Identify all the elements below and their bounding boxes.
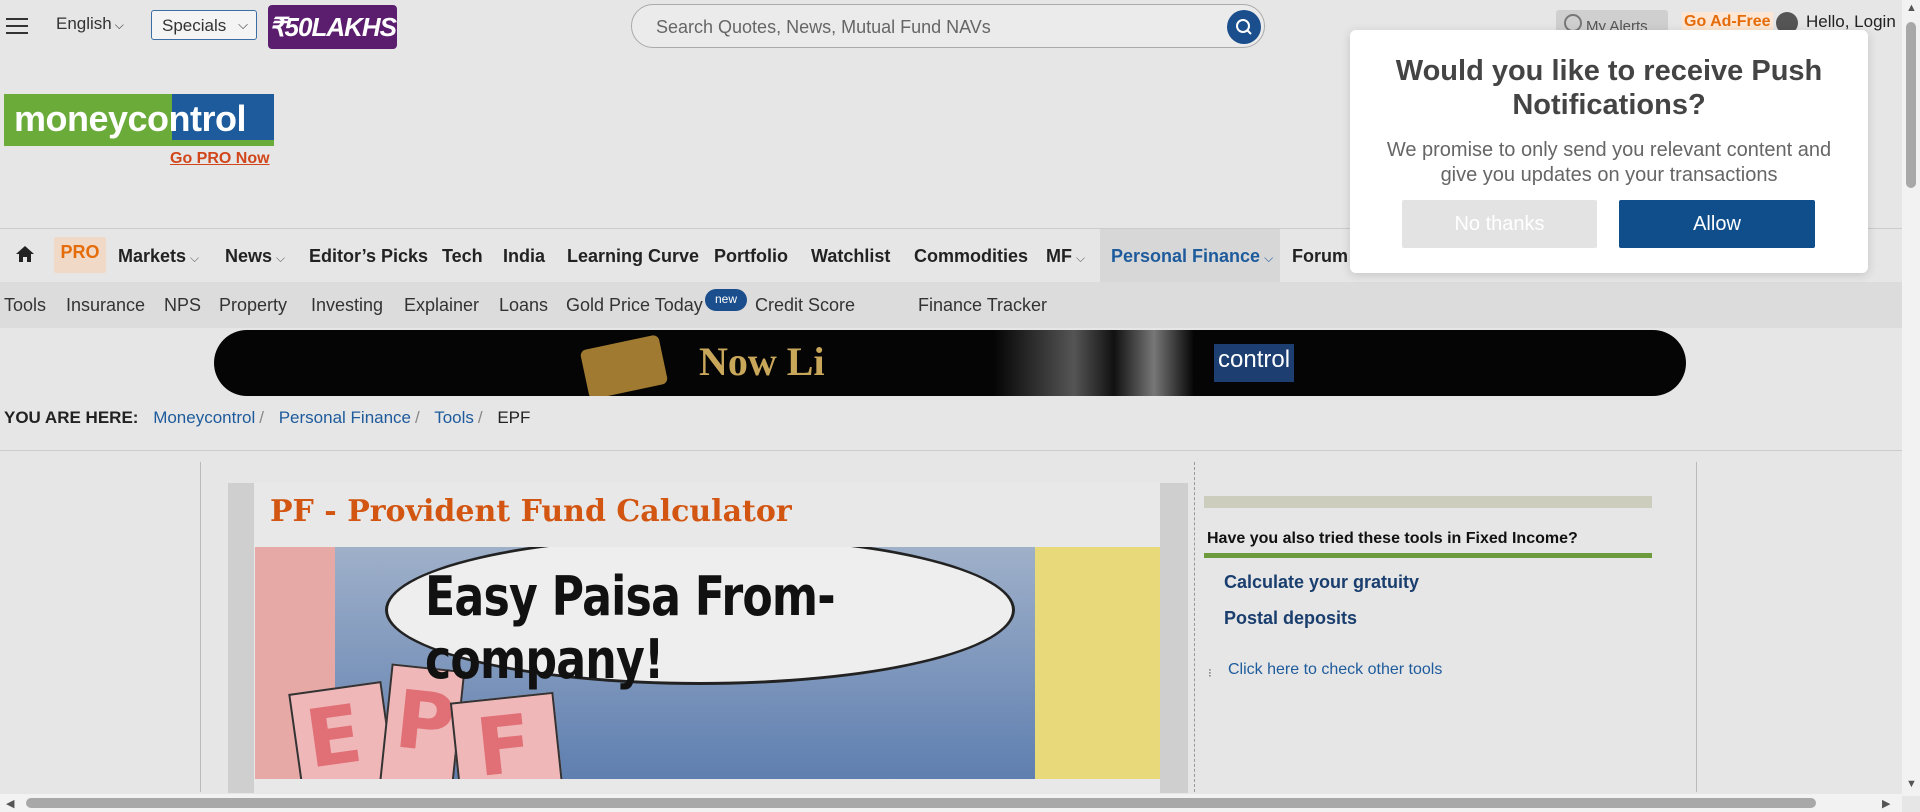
logo-text: moneycontrol xyxy=(14,98,247,139)
go-ad-free-link[interactable]: Go Ad-Free xyxy=(1682,12,1773,32)
column-divider xyxy=(1194,462,1195,792)
search-icon xyxy=(1236,19,1252,35)
subnav-tools[interactable]: Tools xyxy=(4,295,46,316)
hamburger-menu-icon[interactable] xyxy=(6,18,28,34)
epf-illustration: E P F Easy Paisa From-company! xyxy=(255,547,1160,779)
nav-learning-curve[interactable]: Learning Curve xyxy=(567,246,699,267)
banner-headline: Now Li xyxy=(699,339,825,384)
content-border xyxy=(1696,462,1697,792)
scroll-left-icon[interactable]: ◀ xyxy=(6,797,14,810)
nav-india[interactable]: India xyxy=(503,246,545,267)
specials-label: Specials xyxy=(162,16,227,35)
speech-bubble-text: Easy Paisa From-company! xyxy=(425,565,836,691)
subnav-credit-score[interactable]: Credit Score xyxy=(755,295,855,316)
scroll-right-icon[interactable]: ▶ xyxy=(1882,797,1890,810)
chevron-down-icon: ⌵ xyxy=(238,17,248,32)
go-pro-link[interactable]: Go PRO Now xyxy=(170,150,270,168)
breadcrumb-separator: / xyxy=(477,408,483,427)
breadcrumb-separator: / xyxy=(415,408,420,427)
subnav-gold-price-today[interactable]: Gold Price Today xyxy=(566,295,703,316)
content-border xyxy=(200,462,201,792)
horizontal-scroll-thumb[interactable] xyxy=(26,798,1816,808)
subnav-property[interactable]: Property xyxy=(219,295,287,316)
nav-pro[interactable]: PRO xyxy=(54,237,106,273)
divider xyxy=(0,450,1902,451)
nav-commodities[interactable]: Commodities xyxy=(914,246,1028,267)
chevron-down-icon: ⌵ xyxy=(114,18,124,32)
vertical-scroll-thumb[interactable] xyxy=(1906,22,1916,188)
subnav-loans[interactable]: Loans xyxy=(499,295,548,316)
moneycontrol-logo[interactable]: moneycontrol xyxy=(4,94,274,146)
scroll-up-icon[interactable]: ▲ xyxy=(1906,2,1917,14)
language-selector[interactable]: English ⌵ xyxy=(56,14,124,34)
credit-card-image xyxy=(579,334,669,396)
gratuity-link[interactable]: Calculate your gratuity xyxy=(1224,572,1419,593)
banner-shine xyxy=(994,330,1194,396)
allow-button[interactable]: Allow xyxy=(1619,200,1815,248)
login-link[interactable]: Hello, Login xyxy=(1806,12,1896,32)
search-input[interactable]: Search Quotes, News, Mutual Fund NAVs xyxy=(656,17,991,38)
specials-dropdown[interactable]: Specials ⌵ xyxy=(151,10,257,40)
language-label: English xyxy=(56,14,112,33)
nav-forum[interactable]: Forum xyxy=(1292,246,1348,267)
bullet-icon: ⁝ xyxy=(1208,666,1212,680)
sidebar-heading: Have you also tried these tools in Fixed… xyxy=(1207,530,1578,547)
breadcrumb: YOU ARE HERE: Moneycontrol / Personal Fin… xyxy=(4,408,530,428)
nav-mf[interactable]: MF ⌵ xyxy=(1046,246,1085,267)
chevron-down-icon: ⌵ xyxy=(1264,251,1274,265)
home-icon[interactable] xyxy=(14,243,36,265)
sidebar-heading-underline xyxy=(1204,553,1652,558)
subnav-insurance[interactable]: Insurance xyxy=(66,295,145,316)
breadcrumb-current: EPF xyxy=(497,408,531,427)
vertical-scrollbar[interactable]: ▲ ▼ xyxy=(1902,0,1920,796)
new-badge: new xyxy=(705,289,747,311)
breadcrumb-link[interactable]: Tools xyxy=(434,408,474,427)
postal-deposits-link[interactable]: Postal deposits xyxy=(1224,608,1357,629)
nav-markets[interactable]: Markets ⌵ xyxy=(118,246,199,267)
push-notification-dialog: Would you like to receive Push Notificat… xyxy=(1350,30,1868,273)
subnav-investing[interactable]: Investing xyxy=(311,295,383,316)
letter-e: E xyxy=(300,686,368,779)
nav-news[interactable]: News ⌵ xyxy=(225,246,285,267)
dialog-message: We promise to only send you relevant con… xyxy=(1386,139,1832,186)
banner-brand: control xyxy=(1214,344,1295,382)
paper-f: F xyxy=(449,691,565,779)
sidebar-top-bar xyxy=(1204,496,1652,508)
search-bar[interactable]: Search Quotes, News, Mutual Fund NAVs xyxy=(631,4,1265,48)
nav-tech[interactable]: Tech xyxy=(442,246,483,267)
no-thanks-button[interactable]: No thanks xyxy=(1402,200,1597,248)
nav-label: MF xyxy=(1046,246,1072,266)
search-button[interactable] xyxy=(1227,10,1261,44)
chevron-down-icon: ⌵ xyxy=(190,251,200,265)
chevron-down-icon: ⌵ xyxy=(276,251,286,265)
other-tools-link[interactable]: Click here to check other tools xyxy=(1228,661,1442,679)
nav-label: News xyxy=(225,246,273,266)
nav-watchlist[interactable]: Watchlist xyxy=(811,246,890,267)
promo-50-lakhs-banner[interactable]: ₹50LAKHS xyxy=(268,5,397,49)
breadcrumb-link[interactable]: Moneycontrol xyxy=(153,408,255,427)
subnav-finance-tracker[interactable]: Finance Tracker xyxy=(918,295,1047,316)
breadcrumb-label: YOU ARE HERE: xyxy=(4,408,139,427)
subnav-explainer[interactable]: Explainer xyxy=(404,295,479,316)
chevron-down-icon: ⌵ xyxy=(1076,251,1086,265)
dialog-title: Would you like to receive Push Notificat… xyxy=(1395,55,1823,121)
horizontal-scrollbar[interactable]: ◀ ▶ xyxy=(0,794,1902,812)
breadcrumb-link[interactable]: Personal Finance xyxy=(279,408,411,427)
nav-editors-picks[interactable]: Editor’s Picks xyxy=(309,246,428,267)
face-illustration xyxy=(1035,547,1160,779)
nav-label: Personal Finance xyxy=(1111,246,1261,266)
sub-nav: Tools Insurance NPS Property Investing E… xyxy=(0,282,1902,328)
breadcrumb-separator: / xyxy=(259,408,264,427)
nav-personal-finance[interactable]: Personal Finance ⌵ xyxy=(1111,246,1273,267)
subnav-nps[interactable]: NPS xyxy=(164,295,201,316)
scroll-down-icon[interactable]: ▼ xyxy=(1906,778,1917,790)
letter-f: F xyxy=(471,696,537,779)
page-title: PF - Provident Fund Calculator xyxy=(270,494,792,529)
nav-label: Markets xyxy=(118,246,187,266)
ad-banner[interactable]: Now Li control xyxy=(214,330,1686,396)
paper-e: E xyxy=(288,680,396,779)
nav-portfolio[interactable]: Portfolio xyxy=(714,246,788,267)
